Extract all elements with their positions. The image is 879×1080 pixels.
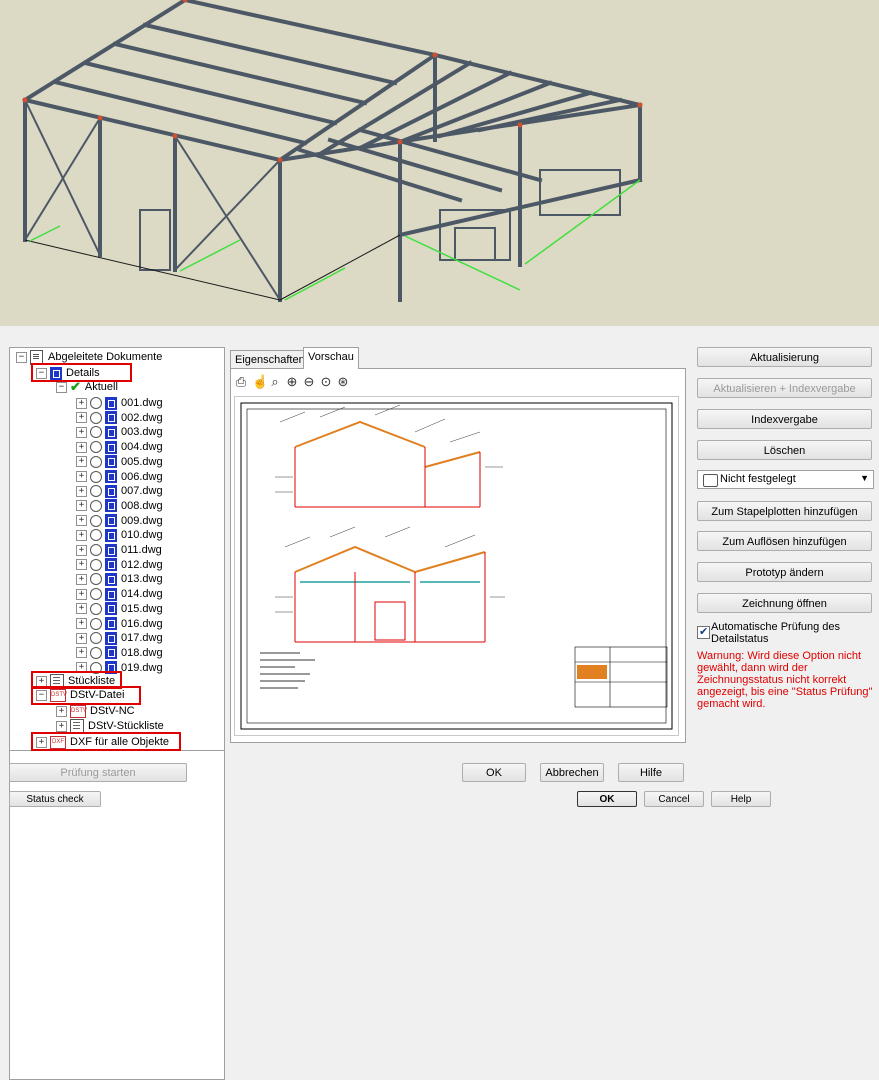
chevron-down-icon: ▼ bbox=[860, 473, 869, 483]
tab-properties[interactable]: Eigenschaften bbox=[230, 350, 310, 369]
update-button[interactable]: Aktualisierung bbox=[697, 347, 872, 367]
preview-panel: ⎙ ☝ ⌕ ⊕ ⊖ ⊙ ⊛ bbox=[230, 368, 686, 743]
zoom-extents-icon[interactable]: ⊙ bbox=[320, 375, 332, 389]
tree-panel[interactable] bbox=[9, 347, 225, 751]
help-button-de[interactable]: Hilfe bbox=[618, 763, 684, 782]
ok-button-de[interactable]: OK bbox=[462, 763, 526, 782]
auto-check-checkbox[interactable]: ✔ bbox=[697, 626, 710, 639]
zoom-in-icon[interactable]: ⊕ bbox=[286, 375, 298, 389]
status-select[interactable]: Nicht festgelegt ▼ bbox=[697, 470, 874, 489]
tab-preview[interactable]: Vorschau bbox=[303, 347, 359, 369]
help-button[interactable]: Help bbox=[711, 791, 771, 807]
add-to-batch-plot-button[interactable]: Zum Stapelplotten hinzufügen bbox=[697, 501, 872, 521]
delete-button[interactable]: Löschen bbox=[697, 440, 872, 460]
pan-icon[interactable]: ☝ bbox=[252, 375, 268, 389]
update-and-index-button[interactable]: Aktualisieren + Indexvergabe bbox=[697, 378, 872, 398]
index-button[interactable]: Indexvergabe bbox=[697, 409, 872, 429]
start-check-button[interactable]: Prüfung starten bbox=[9, 763, 187, 782]
cancel-button[interactable]: Cancel bbox=[644, 791, 704, 807]
zoom-center-icon[interactable]: ⊛ bbox=[337, 375, 349, 389]
ok-button[interactable]: OK bbox=[577, 791, 637, 807]
print-icon[interactable]: ⎙ bbox=[235, 375, 247, 389]
change-prototype-button[interactable]: Prototyp ändern bbox=[697, 562, 872, 582]
checkmark-icon: ✔ bbox=[699, 626, 709, 638]
auto-check-label: Automatische Prüfung des Detailstatus bbox=[711, 621, 841, 645]
drawing-preview[interactable] bbox=[234, 396, 679, 736]
steel-hall-model bbox=[22, 0, 643, 302]
preview-toolbar: ⎙ ☝ ⌕ ⊕ ⊖ ⊙ ⊛ bbox=[235, 375, 349, 393]
model-viewport[interactable] bbox=[0, 0, 879, 326]
zoom-window-icon[interactable]: ⌕ bbox=[269, 375, 281, 389]
zoom-out-icon[interactable]: ⊖ bbox=[303, 375, 315, 389]
status-check-button[interactable]: Status check bbox=[9, 791, 101, 807]
add-to-explode-button[interactable]: Zum Auflösen hinzufügen bbox=[697, 531, 872, 551]
warning-text: Warnung: Wird diese Option nicht gewählt… bbox=[697, 650, 873, 710]
status-color-swatch bbox=[703, 474, 718, 487]
drawing-sheet bbox=[240, 402, 673, 730]
status-select-value: Nicht festgelegt bbox=[720, 473, 796, 485]
cancel-button-de[interactable]: Abbrechen bbox=[540, 763, 604, 782]
open-drawing-button[interactable]: Zeichnung öffnen bbox=[697, 593, 872, 613]
